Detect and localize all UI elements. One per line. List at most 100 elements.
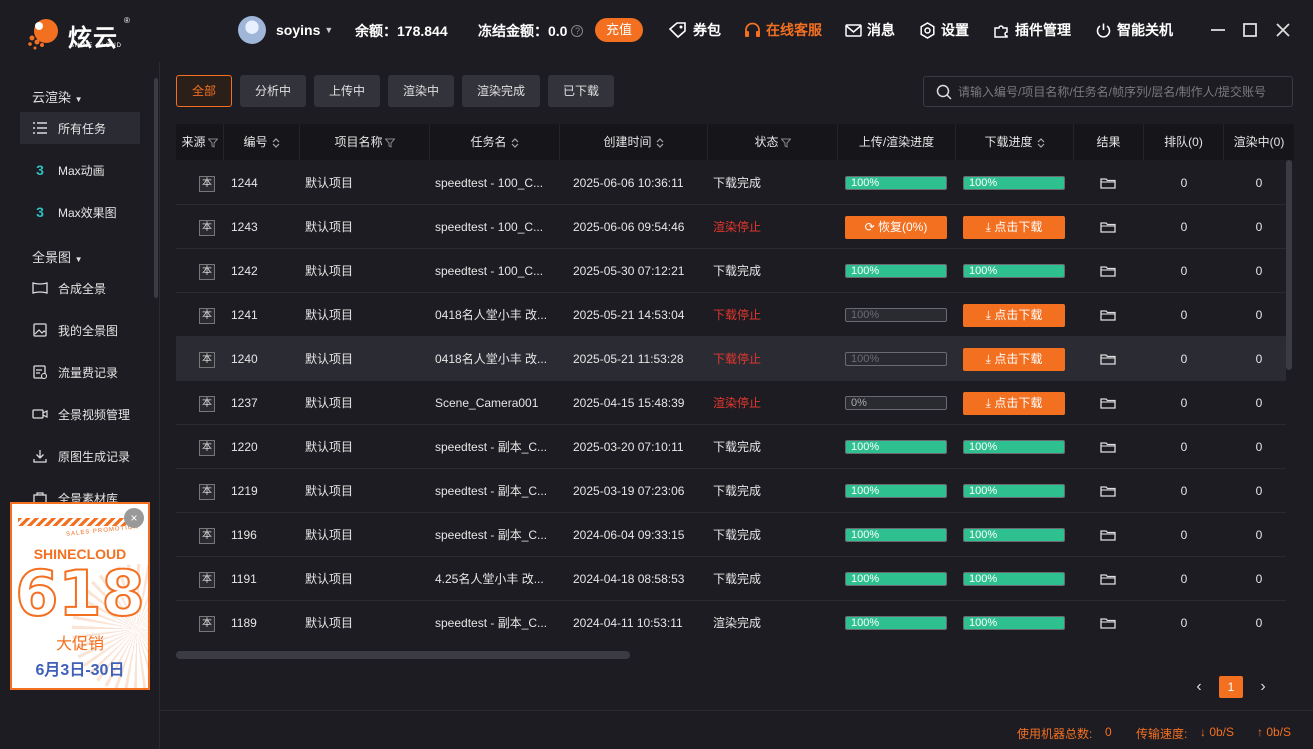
queued-count: 0 (1180, 484, 1188, 498)
next-page-button[interactable]: › (1256, 676, 1270, 698)
table-row[interactable]: 本 1243 默认项目 speedtest - 100_C... 2025-06-06 … (176, 205, 1286, 249)
minimize-icon[interactable] (1206, 18, 1230, 42)
col-status[interactable]: 状态 (708, 124, 838, 160)
sidebar-group-pano-label: 全景图 (32, 250, 72, 265)
filter-analyzing[interactable]: 分析中 (240, 75, 306, 107)
nav-settings-label: 设置 (941, 22, 969, 38)
rendering-count: 0 (1255, 396, 1263, 410)
sidebar-item-max-effect[interactable]: 3 Max效果图 (20, 196, 140, 228)
sidebar-item-max-anim[interactable]: 3 Max动画 (20, 154, 140, 186)
folder-icon[interactable] (1100, 397, 1116, 409)
render-progress-bar: 100% (845, 440, 947, 454)
table-row[interactable]: 本 1189 默认项目 speedtest - 副本_C... 2024-04-11 1… (176, 601, 1286, 644)
download-button[interactable]: ⤓ 点击下载 (963, 392, 1065, 415)
promo-618: 618 (14, 557, 145, 630)
sidebar-item-my-pano[interactable]: 我的全景图 (20, 314, 140, 346)
col-rendering[interactable]: 渲染中(0) (1224, 124, 1294, 160)
table-row[interactable]: 本 1196 默认项目 speedtest - 副本_C... 2024-06-04 0… (176, 513, 1286, 557)
page-1-button[interactable]: 1 (1219, 676, 1243, 698)
table-row[interactable]: 本 1237 默认项目 Scene_Camera001 2025-04-15 15:48… (176, 381, 1286, 425)
filter-downloaded[interactable]: 已下载 (548, 75, 614, 107)
nav-shutdown[interactable]: 智能关机 (1095, 19, 1173, 41)
mail-icon (845, 23, 862, 37)
download-button[interactable]: ⤓ 点击下载 (963, 348, 1065, 371)
nav-message[interactable]: 消息 (845, 19, 895, 41)
col-progress[interactable]: 上传/渲染进度 (838, 124, 956, 160)
close-icon[interactable] (1271, 18, 1295, 42)
filter-all[interactable]: 全部 (176, 75, 232, 107)
recharge-button[interactable]: 充值 (595, 18, 643, 42)
download-button[interactable]: ⤓ 点击下载 (963, 304, 1065, 327)
queued-count: 0 (1180, 528, 1188, 542)
nav-support[interactable]: 在线客服 (744, 19, 822, 41)
nav-coupon[interactable]: 券包 (668, 19, 721, 41)
folder-icon[interactable] (1100, 529, 1116, 541)
sidebar-item-traffic[interactable]: 流量费记录 (20, 356, 140, 388)
filter-uploading[interactable]: 上传中 (314, 75, 380, 107)
col-task[interactable]: 任务名 (430, 124, 560, 160)
task-name: speedtest - 副本_C... (435, 616, 548, 630)
table-row[interactable]: 本 1242 默认项目 speedtest - 100_C... 2025-05-30 … (176, 249, 1286, 293)
folder-icon[interactable] (1100, 309, 1116, 321)
table-row[interactable]: 本 1240 默认项目 0418名人堂小丰 改... 2025-05-21 11:53:… (176, 337, 1286, 381)
download-button[interactable]: ⤓ 点击下载 (963, 216, 1065, 239)
folder-icon[interactable] (1100, 177, 1116, 189)
task-name: Scene_Camera001 (435, 396, 539, 410)
sidebar-group-cloud[interactable]: 云渲染 ▼ (32, 87, 83, 106)
app-logo[interactable]: 炫云 SHINE CLOUD ® (26, 16, 136, 56)
sidebar-item-origin[interactable]: 原图生成记录 (20, 440, 140, 472)
col-project[interactable]: 项目名称 (300, 124, 430, 160)
status-bar: 使用机器总数: 0 传输速度: ↓ 0b/S ↑ 0b/S (160, 710, 1313, 749)
user-menu[interactable]: soyins ▼ (238, 16, 333, 44)
sidebar-group-pano[interactable]: 全景图 ▼ (32, 247, 83, 266)
search-box[interactable] (923, 76, 1293, 107)
folder-icon[interactable] (1100, 441, 1116, 453)
table-row[interactable]: 本 1244 默认项目 speedtest - 100_C... 2025-06-06 … (176, 161, 1286, 205)
col-queued[interactable]: 排队(0) (1144, 124, 1224, 160)
render-progress-bar: 100% (845, 484, 947, 498)
sidebar-item-video[interactable]: 全景视频管理 (20, 398, 140, 430)
folder-icon[interactable] (1100, 221, 1116, 233)
folder-icon[interactable] (1100, 617, 1116, 629)
task-id: 1196 (231, 528, 257, 542)
render-progress-text: 100% (851, 309, 880, 321)
download-progress-bar: 100% (963, 572, 1065, 586)
download-progress-text: 100% (969, 529, 998, 541)
sidebar-scrollbar[interactable] (154, 78, 158, 298)
sidebar-item-compose[interactable]: 合成全景 (20, 272, 140, 304)
table-horizontal-scrollbar[interactable] (176, 651, 630, 659)
prev-page-button[interactable]: ‹ (1192, 676, 1206, 698)
table-row[interactable]: 本 1219 默认项目 speedtest - 副本_C... 2025-03-19 0… (176, 469, 1286, 513)
help-icon[interactable]: ? (571, 25, 584, 37)
filter-render-done[interactable]: 渲染完成 (462, 75, 540, 107)
avatar[interactable] (238, 16, 266, 44)
folder-icon[interactable] (1100, 353, 1116, 365)
col-id[interactable]: 编号 (224, 124, 300, 160)
search-input[interactable] (958, 84, 1288, 99)
filter-rendering[interactable]: 渲染中 (388, 75, 454, 107)
sidebar-item-label: Max效果图 (58, 205, 117, 220)
promo-close-button[interactable]: × (124, 508, 144, 528)
promo-banner[interactable]: SALES PROMOTION SHINECLOUD 618 大促销 6月3日-… (10, 502, 150, 690)
col-source[interactable]: 来源 (176, 124, 224, 160)
created-time: 2025-05-21 14:53:04 (573, 308, 685, 322)
table-vertical-scrollbar[interactable] (1286, 160, 1292, 370)
maximize-icon[interactable] (1238, 18, 1262, 42)
resume-button[interactable]: ⟳ 恢复(0%) (845, 216, 947, 239)
folder-icon[interactable] (1100, 265, 1116, 277)
table-row[interactable]: 本 1191 默认项目 4.25名人堂小丰 改... 2024-04-18 08:58:… (176, 557, 1286, 601)
folder-icon[interactable] (1100, 485, 1116, 497)
col-created[interactable]: 创建时间 (560, 124, 708, 160)
col-download[interactable]: 下载进度 (956, 124, 1074, 160)
nav-settings[interactable]: 设置 (919, 19, 969, 41)
search-icon (936, 84, 952, 100)
project-name: 默认项目 (305, 176, 354, 190)
nav-plugins[interactable]: 插件管理 (993, 19, 1071, 41)
col-result[interactable]: 结果 (1074, 124, 1144, 160)
folder-icon[interactable] (1100, 573, 1116, 585)
frozen-amount-text: 冻结金额：0.0 (478, 23, 568, 39)
rendering-count: 0 (1255, 308, 1263, 322)
sidebar-item-all-tasks[interactable]: 所有任务 (20, 112, 140, 144)
table-row[interactable]: 本 1220 默认项目 speedtest - 副本_C... 2025-03-20 0… (176, 425, 1286, 469)
table-row[interactable]: 本 1241 默认项目 0418名人堂小丰 改... 2025-05-21 14:53:… (176, 293, 1286, 337)
